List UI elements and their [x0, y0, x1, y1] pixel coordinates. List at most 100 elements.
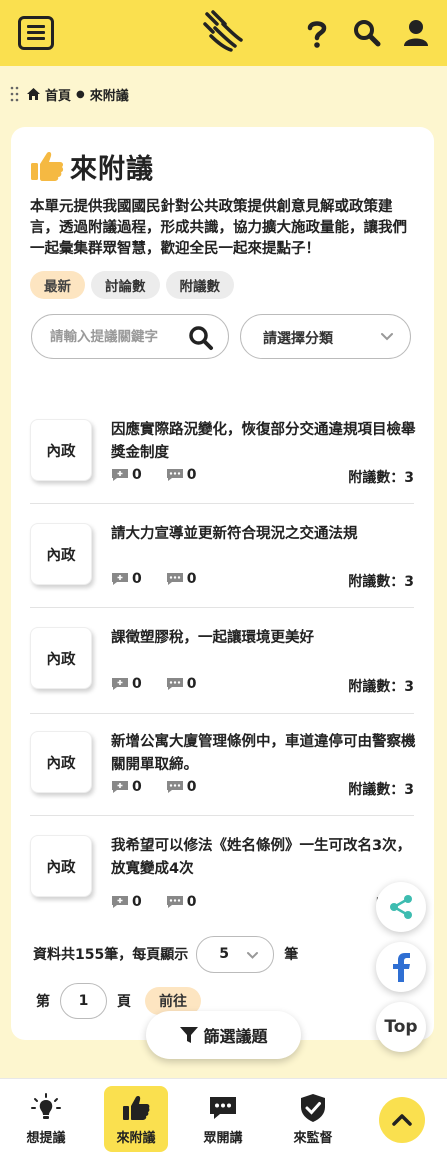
nav-label: 眾開講: [203, 1130, 243, 1146]
filter-topics-label: 篩選議題: [203, 1027, 268, 1046]
thumbs-up-icon: [31, 152, 64, 181]
proposal-stats: 0 0: [111, 779, 221, 795]
proposal-stats: 0 0: [111, 467, 221, 483]
message-icon: [166, 573, 183, 585]
proposal-title[interactable]: 課徵塑膠稅，一起讓環境更美好: [111, 627, 416, 650]
proposal-title[interactable]: 新增公寓大廈管理條例中，車道違停可由警察機關開單取締。: [111, 731, 416, 777]
category-tag: 內政: [30, 523, 92, 585]
divider: [30, 503, 414, 504]
vote-count: 附議數：3: [348, 782, 414, 798]
nav-item-propose[interactable]: 想提議: [14, 1086, 78, 1152]
back-to-top-button[interactable]: Top: [376, 1002, 426, 1052]
facebook-icon: [393, 953, 410, 982]
category-tag: 內政: [30, 419, 92, 481]
divider: [30, 815, 414, 816]
sort-tab-latest[interactable]: 最新: [30, 271, 85, 299]
scroll-up-button[interactable]: [379, 1097, 425, 1143]
comment-icon: [112, 573, 128, 585]
drag-handle-icon: [10, 86, 19, 102]
total-count-text: 資料共155筆，每頁顯示: [33, 947, 189, 963]
category-select[interactable]: 請選擇分類: [240, 314, 411, 359]
nav-item-forum[interactable]: 眾開講: [191, 1086, 255, 1152]
proposal-stats: 0 0: [111, 894, 221, 910]
page-heading: 來附議: [30, 146, 154, 186]
chat-bubble-icon: [210, 1096, 236, 1119]
shield-check-icon: [301, 1093, 325, 1122]
message-icon: [166, 469, 183, 481]
chevron-down-icon: [381, 333, 393, 341]
hands-logo-icon[interactable]: [201, 10, 247, 54]
search-icon[interactable]: [352, 18, 382, 48]
proposal-stats: 0 0: [111, 676, 221, 692]
nav-label: 想提議: [26, 1130, 66, 1146]
vote-count: 附議數：3: [348, 679, 414, 695]
divider: [30, 713, 414, 714]
nav-label: 來監督: [293, 1130, 333, 1146]
divider: [30, 607, 414, 608]
share-icon: [390, 895, 412, 919]
filter-icon: [180, 1027, 199, 1043]
message-count: 0: [186, 571, 197, 587]
breadcrumb-current: 來附議: [89, 88, 129, 104]
category-tag: 內政: [30, 835, 92, 897]
page-intro: 本單元提供我國國民針對公共政策提供創意見解或政策建言，透過附議過程，形成共識，協…: [30, 199, 407, 257]
nav-item-monitor[interactable]: 來監督: [281, 1086, 345, 1152]
category-select-value: 請選擇分類: [263, 331, 333, 347]
question-icon[interactable]: [302, 18, 332, 48]
category-tag: 內政: [30, 731, 92, 793]
per-page-unit: 筆: [284, 947, 299, 963]
top-bar: [0, 0, 447, 66]
proposal-title[interactable]: 請大力宣導並更新符合現況之交通法規: [111, 523, 416, 546]
comment-icon: [112, 781, 128, 793]
sort-tab-discussions[interactable]: 討論數: [91, 271, 160, 299]
comment-count: 0: [132, 779, 142, 795]
search-input[interactable]: [50, 326, 190, 348]
message-icon: [166, 781, 183, 793]
proposal-stats: 0 0: [111, 571, 221, 587]
page-title: 來附議: [70, 153, 154, 185]
message-count: 0: [186, 676, 197, 692]
page-number-input[interactable]: 1: [60, 983, 107, 1019]
facebook-button[interactable]: [376, 942, 426, 992]
menu-icon[interactable]: [18, 16, 54, 50]
message-count: 0: [186, 779, 197, 795]
chevron-up-icon: [392, 1114, 412, 1126]
message-icon: [166, 896, 183, 908]
search-field: [31, 314, 229, 359]
thumbs-up-icon: [123, 1095, 150, 1120]
comment-icon: [112, 469, 128, 481]
lightbulb-icon: [31, 1092, 61, 1119]
comment-icon: [112, 896, 128, 908]
nav-label: 來附議: [116, 1130, 156, 1146]
proposal-title[interactable]: 因應實際路況變化，恢復部分交通違規項目檢舉獎金制度: [111, 419, 416, 465]
category-tag: 內政: [30, 627, 92, 689]
comment-icon: [112, 678, 128, 690]
sort-tabs: 最新 討論數 附議數: [30, 271, 234, 299]
user-icon[interactable]: [401, 18, 431, 48]
sort-tab-votes[interactable]: 附議數: [165, 271, 234, 299]
proposal-title[interactable]: 我希望可以修法《姓名條例》一生可改名3次，放寬變成4次: [111, 835, 416, 881]
message-count: 0: [186, 467, 197, 483]
breadcrumb-home[interactable]: 首頁: [45, 85, 71, 104]
chevron-down-icon: [247, 951, 259, 959]
page-prefix: 第: [36, 994, 50, 1010]
vote-count: 附議數：3: [348, 470, 414, 486]
per-page-value: 5: [219, 945, 229, 962]
home-icon[interactable]: [26, 87, 41, 101]
search-icon[interactable]: [188, 325, 214, 351]
breadcrumb-separator: ●: [76, 88, 85, 100]
pagination-summary: 資料共155筆，每頁顯示 5 筆: [33, 935, 298, 973]
vote-count: 附議數：3: [348, 574, 414, 590]
comment-count: 0: [132, 894, 142, 910]
comment-count: 0: [132, 676, 142, 692]
filter-topics-button[interactable]: 篩選議題: [146, 1011, 301, 1059]
message-icon: [166, 678, 183, 690]
per-page-select[interactable]: 5: [196, 935, 275, 973]
message-count: 0: [186, 894, 197, 910]
nav-item-second[interactable]: 來附議: [104, 1086, 168, 1152]
comment-count: 0: [132, 467, 142, 483]
breadcrumb: 首頁 ● 來附議: [10, 84, 129, 104]
share-button[interactable]: [376, 882, 426, 932]
comment-count: 0: [132, 571, 142, 587]
page-suffix: 頁: [117, 994, 131, 1010]
